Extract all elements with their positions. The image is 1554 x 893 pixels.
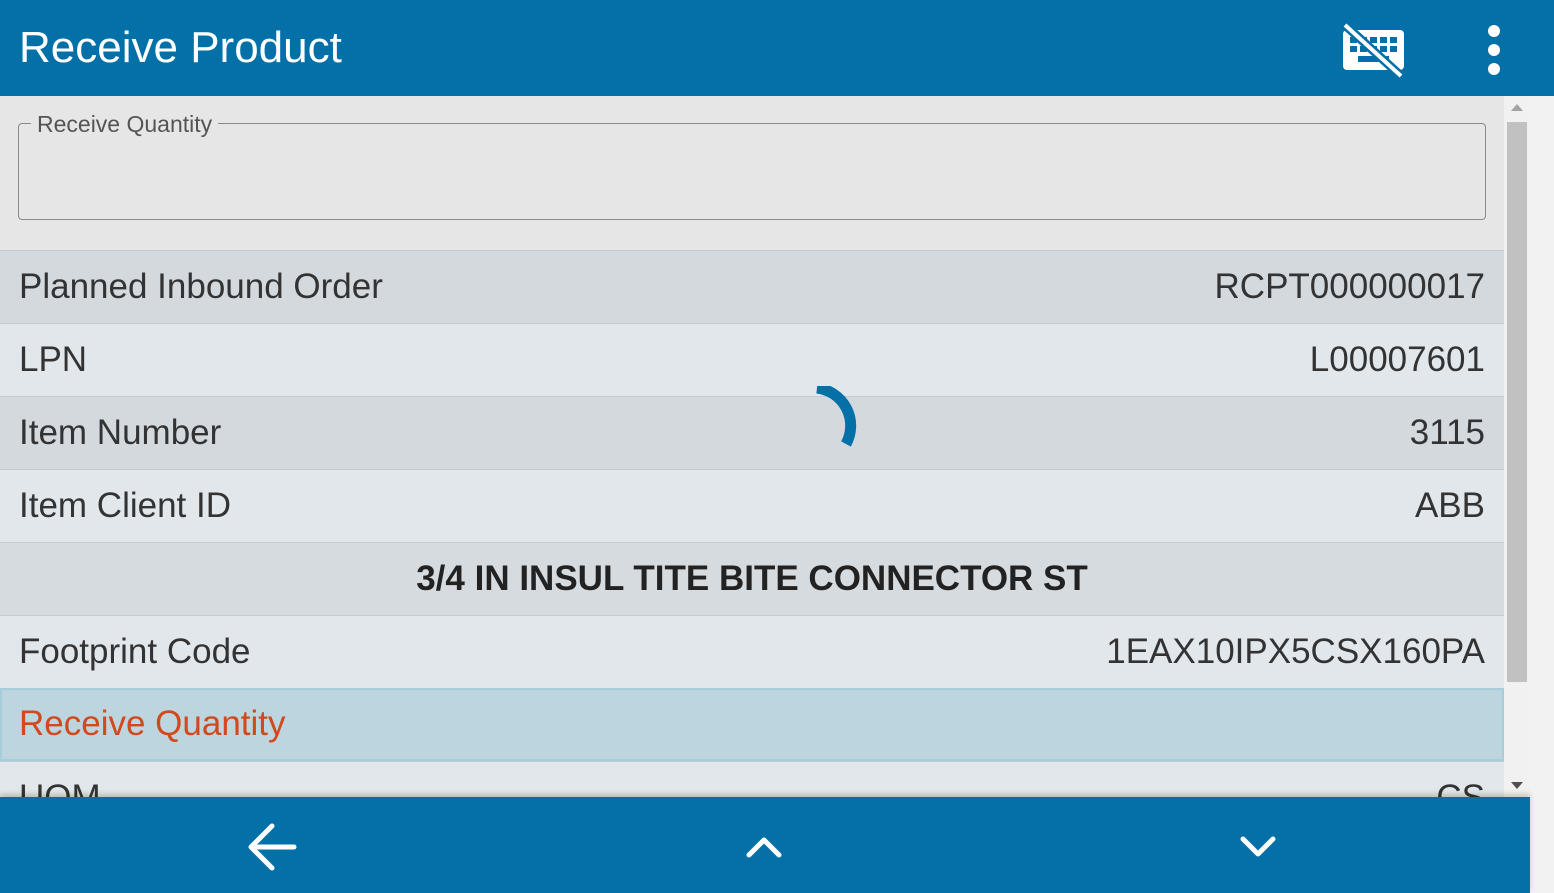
row-label: Planned Inbound Order (19, 267, 383, 306)
window-edge (1530, 96, 1554, 893)
row-value: 3115 (1409, 413, 1485, 452)
info-row-uom: UOM CS (0, 761, 1504, 797)
arrow-left-icon (248, 823, 297, 871)
row-label: Item Number (19, 413, 222, 452)
scroll-down-arrow-icon[interactable] (1511, 782, 1523, 789)
bottom-nav-bar (0, 797, 1530, 893)
row-value: L00007601 (1309, 340, 1485, 379)
row-label: Item Client ID (19, 486, 231, 525)
info-row-planned-inbound-order: Planned Inbound Order RCPT000000017 (0, 250, 1504, 323)
chevron-up-icon (746, 837, 782, 858)
info-row-lpn: LPN L00007601 (0, 323, 1504, 396)
scroll-up-arrow-icon[interactable] (1511, 104, 1523, 111)
row-label: Receive Quantity (19, 704, 286, 743)
keyboard-off-icon (1341, 21, 1405, 80)
previous-button[interactable] (724, 815, 804, 875)
scrollbar-thumb[interactable] (1507, 122, 1527, 682)
row-label: Footprint Code (19, 632, 251, 671)
loading-spinner-icon (816, 386, 857, 447)
page-title: Receive Product (19, 23, 342, 72)
back-button[interactable] (232, 815, 312, 875)
info-row-item-number: Item Number 3115 (0, 396, 1504, 469)
receive-quantity-input[interactable] (33, 152, 1471, 202)
receive-quantity-field-label: Receive Quantity (31, 111, 219, 137)
app-header: Receive Product (0, 0, 1554, 96)
info-row-item-client-id: Item Client ID ABB (0, 469, 1504, 542)
row-label: UOM (19, 762, 101, 797)
next-button[interactable] (1218, 815, 1298, 875)
info-row-footprint-code: Footprint Code 1EAX10IPX5CSX160PA (0, 615, 1504, 688)
more-vert-icon (1488, 25, 1500, 75)
item-description-row: 3/4 IN INSUL TITE BITE CONNECTOR ST (0, 542, 1504, 615)
row-value: RCPT000000017 (1214, 267, 1485, 306)
keyboard-toggle-button[interactable] (1338, 20, 1408, 80)
overflow-menu-button[interactable] (1474, 20, 1514, 80)
scrollbar[interactable] (1504, 96, 1530, 797)
row-label: LPN (19, 340, 88, 379)
content-area: Receive Quantity Planned Inbound Order R… (0, 96, 1504, 797)
chevron-down-icon (1240, 836, 1276, 857)
row-value: 1EAX10IPX5CSX160PA (1106, 632, 1485, 671)
input-area: Receive Quantity (0, 96, 1504, 250)
row-value: ABB (1414, 486, 1485, 525)
active-row-receive-quantity[interactable]: Receive Quantity (0, 688, 1504, 761)
receive-quantity-field[interactable]: Receive Quantity (18, 111, 1486, 220)
row-value: CS (1436, 762, 1485, 797)
